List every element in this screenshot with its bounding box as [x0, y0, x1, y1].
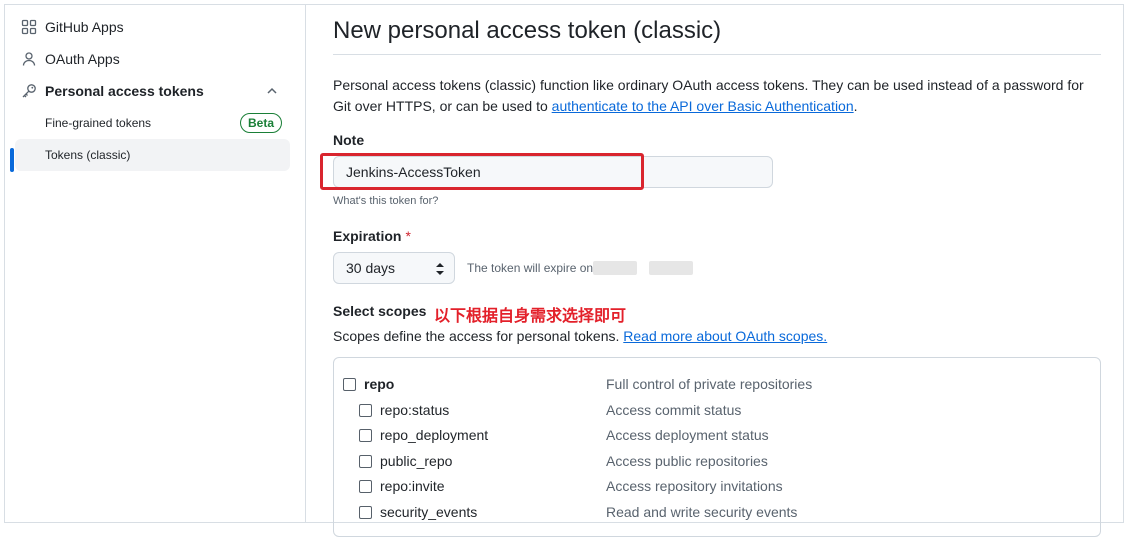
page-title: New personal access token (classic) — [333, 17, 722, 44]
scope-row-security-events[interactable]: security_events — [359, 502, 477, 522]
sidebar-item-label: OAuth Apps — [45, 51, 120, 67]
apps-grid-icon — [21, 19, 37, 35]
key-icon — [21, 83, 37, 99]
scope-description: Access repository invitations — [606, 478, 783, 494]
expiry-text: The token will expire on — [467, 261, 594, 275]
sidebar-item-label: Tokens (classic) — [45, 148, 131, 162]
scope-name: repo — [364, 376, 395, 392]
page-description: Personal access tokens (classic) functio… — [333, 75, 1101, 117]
scope-checkbox[interactable] — [359, 454, 372, 468]
expiration-value: 30 days — [346, 260, 396, 276]
active-indicator — [10, 148, 14, 172]
scope-description: Full control of private repositories — [606, 376, 813, 392]
scopes-list: repo Full control of private repositorie… — [333, 357, 1101, 537]
expiration-label: Expiration * — [333, 228, 411, 244]
oauth-scopes-link[interactable]: Read more about OAuth scopes. — [623, 328, 827, 344]
scope-description: Read and write security events — [606, 504, 798, 520]
scope-checkbox[interactable] — [359, 505, 372, 519]
sidebar: GitHub Apps OAuth Apps Personal access t… — [5, 5, 306, 523]
sidebar-item-label: Fine-grained tokens — [45, 116, 152, 130]
scope-row-public-repo[interactable]: public_repo — [359, 451, 452, 471]
scope-row-repo-deployment[interactable]: repo_deployment — [359, 425, 488, 445]
title-divider — [333, 54, 1101, 55]
scopes-description: Scopes define the access for personal to… — [333, 328, 827, 344]
description-end: . — [853, 98, 858, 114]
sidebar-item-oauth-apps[interactable]: OAuth Apps — [15, 43, 290, 75]
basic-auth-link[interactable]: authenticate to the API over Basic Authe… — [552, 98, 854, 114]
scopes-description-text: Scopes define the access for personal to… — [333, 328, 624, 344]
annotation-text: 以下根据自身需求选择即可 — [434, 308, 627, 325]
note-hint: What's this token for? — [333, 195, 439, 207]
note-input[interactable] — [333, 156, 773, 188]
beta-badge: Beta — [239, 113, 282, 133]
scope-checkbox[interactable] — [343, 377, 356, 391]
sidebar-item-personal-access-tokens[interactable]: Personal access tokens — [15, 75, 290, 107]
redacted-date — [593, 261, 637, 275]
scope-description: Access deployment status — [606, 427, 769, 443]
sidebar-item-tokens-classic[interactable]: Tokens (classic) — [15, 139, 290, 171]
scope-row-repo-status[interactable]: repo:status — [359, 400, 449, 420]
expiration-label-text: Expiration — [333, 228, 402, 244]
select-scopes-label: Select scopes — [333, 303, 427, 319]
scope-description: Access public repositories — [606, 453, 768, 469]
sidebar-item-github-apps[interactable]: GitHub Apps — [15, 11, 290, 43]
scope-name: repo_deployment — [380, 427, 489, 443]
scope-name: repo:status — [380, 402, 450, 418]
scope-checkbox[interactable] — [359, 479, 372, 493]
scope-checkbox[interactable] — [359, 428, 372, 442]
scope-row-repo-invite[interactable]: repo:invite — [359, 476, 445, 496]
scope-checkbox[interactable] — [359, 403, 372, 417]
chevron-up-icon[interactable] — [264, 83, 280, 99]
sidebar-item-fine-grained-tokens[interactable]: Fine-grained tokens Beta — [15, 107, 290, 139]
person-icon — [21, 51, 37, 67]
scope-name: public_repo — [380, 453, 453, 469]
note-label: Note — [333, 132, 365, 148]
redacted-date — [649, 261, 693, 275]
scope-name: repo:invite — [380, 478, 445, 494]
expiration-select[interactable]: 30 days — [333, 252, 455, 284]
scope-name: security_events — [380, 504, 478, 520]
required-asterisk: * — [405, 228, 411, 244]
sidebar-item-label: GitHub Apps — [45, 19, 124, 35]
scope-description: Access commit status — [606, 402, 742, 418]
scope-row-repo[interactable]: repo — [343, 374, 394, 394]
select-arrows-icon — [436, 263, 444, 275]
sidebar-item-label: Personal access tokens — [45, 83, 204, 99]
